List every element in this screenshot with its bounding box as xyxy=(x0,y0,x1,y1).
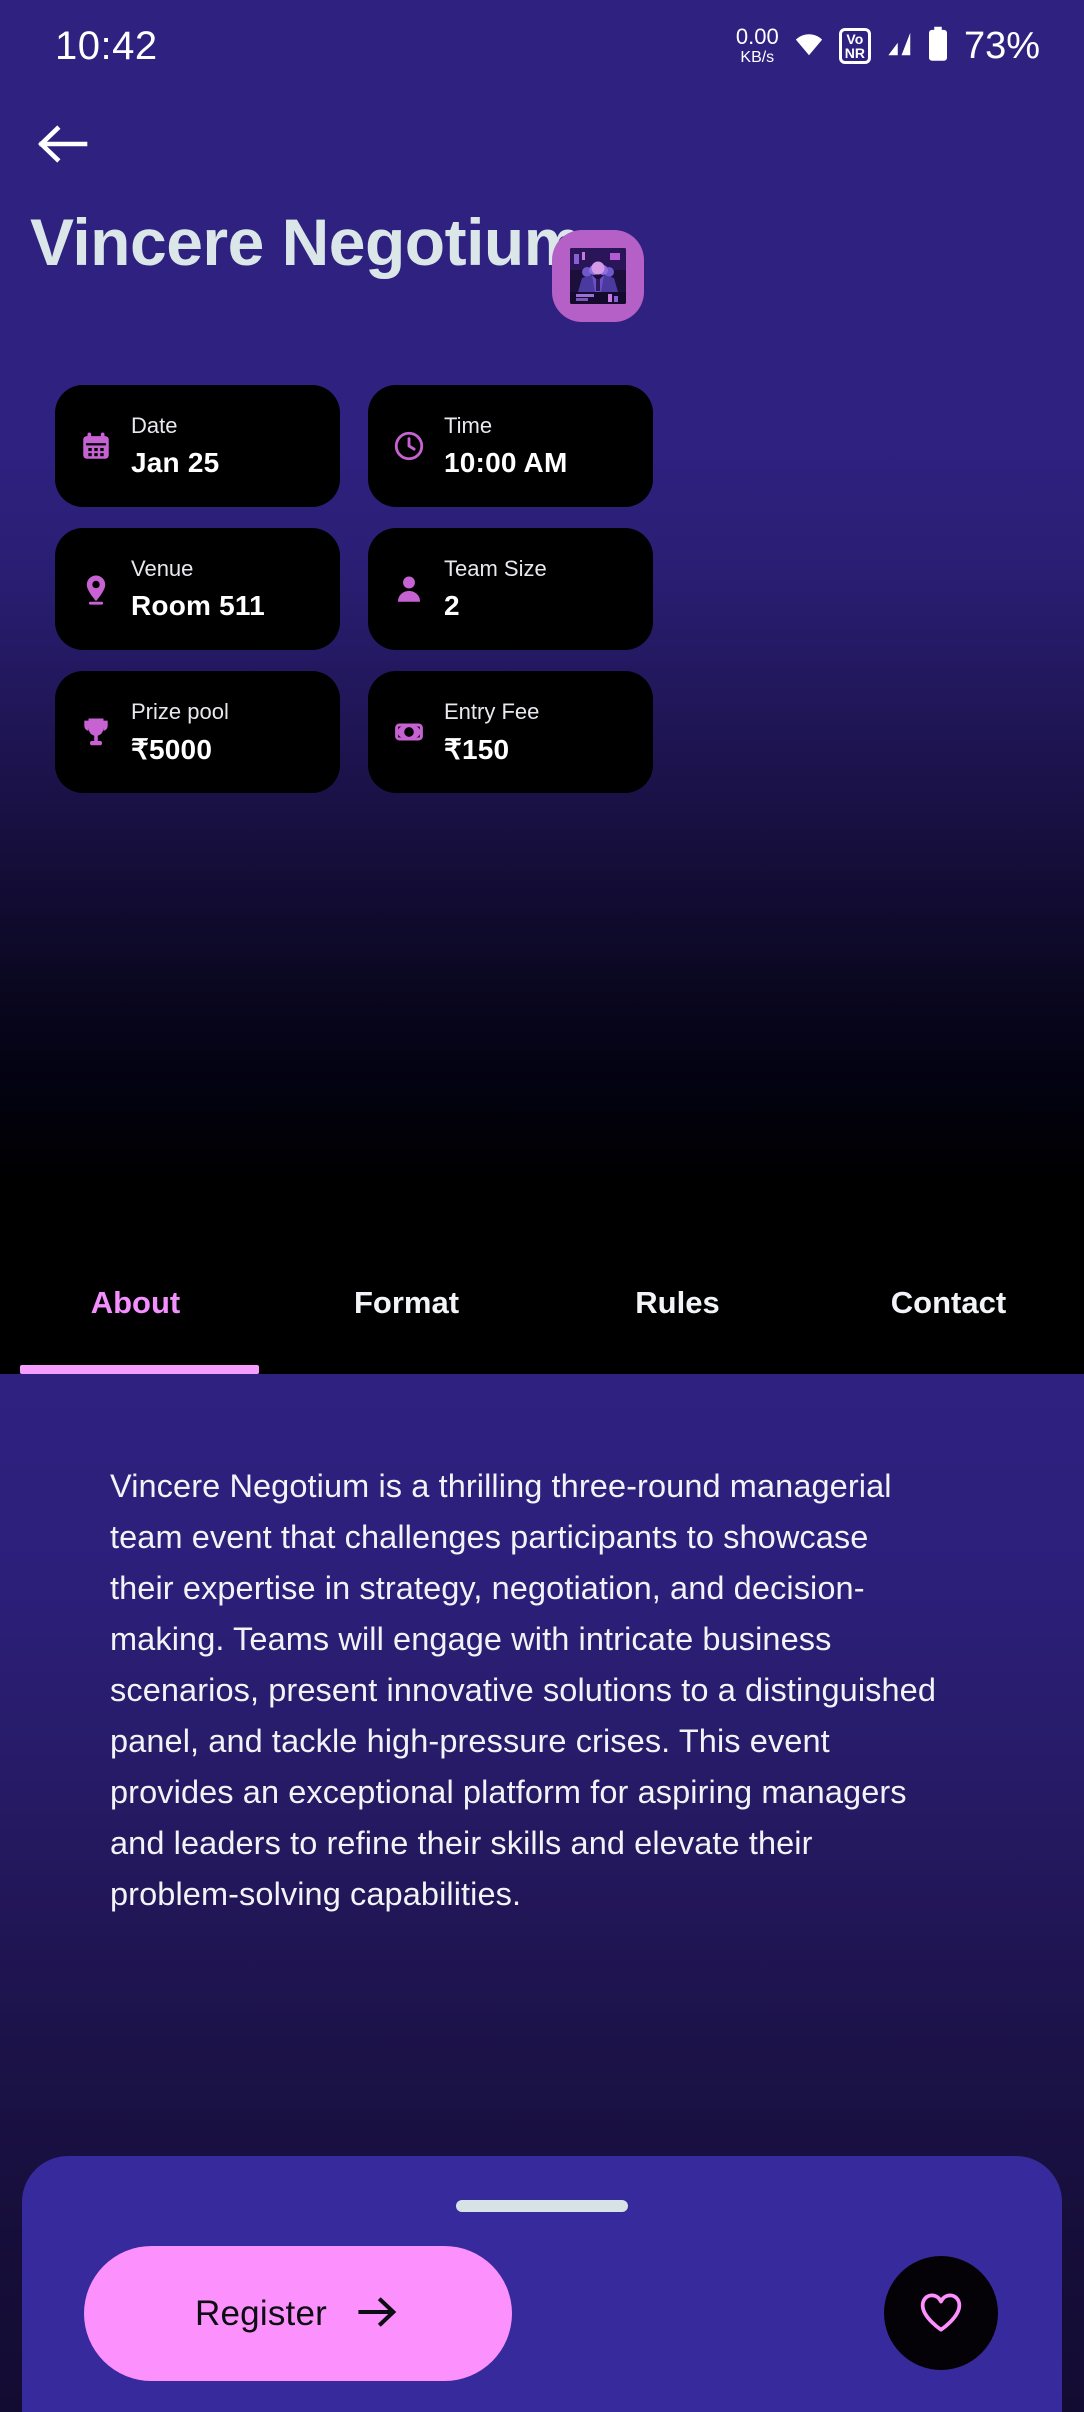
drag-handle[interactable] xyxy=(456,2200,628,2212)
status-icons: 0.00 KB/s Vo NR 73% xyxy=(736,25,1040,68)
event-thumbnail[interactable] xyxy=(552,230,644,322)
tab-label: Format xyxy=(353,1285,460,1320)
info-card-text: Date Jan 25 xyxy=(131,413,219,479)
info-card-text: Team Size 2 xyxy=(444,556,547,622)
info-card-value: 2 xyxy=(444,590,460,621)
event-thumbnail-image xyxy=(570,248,626,304)
battery-percent-label: 73% xyxy=(963,24,1040,67)
info-card-label: Time xyxy=(444,413,493,438)
info-card-entry-fee: Entry Fee ₹150 xyxy=(368,671,653,793)
tab-rules[interactable]: Rules xyxy=(542,1232,813,1374)
event-info-grid: Date Jan 25 Time 10:00 AM Venue Room 511… xyxy=(55,385,1030,793)
info-card-team-size: Team Size 2 xyxy=(368,528,653,650)
info-card-time: Time 10:00 AM xyxy=(368,385,653,507)
tab-label: Rules xyxy=(635,1285,720,1320)
tab-about[interactable]: About xyxy=(0,1232,271,1374)
heart-outline-icon xyxy=(915,2287,967,2340)
calendar-icon xyxy=(77,427,115,465)
location-pin-icon xyxy=(77,570,115,608)
vonr-bottom-label: NR xyxy=(844,45,865,61)
trophy-icon xyxy=(77,713,115,751)
vonr-icon: Vo NR xyxy=(838,27,871,65)
network-speed-unit: KB/s xyxy=(740,49,775,66)
page-title: Vincere Negotium xyxy=(30,205,582,279)
vonr-top-label: Vo xyxy=(846,30,864,47)
info-card-prize-pool: Prize pool ₹5000 xyxy=(55,671,340,793)
battery-icon xyxy=(927,26,949,67)
register-button-label: Register xyxy=(195,2293,327,2333)
info-card-label: Date xyxy=(131,413,178,438)
info-card-label: Entry Fee xyxy=(444,698,540,724)
cellular-signal-icon xyxy=(884,29,914,64)
info-card-value: Jan 25 xyxy=(131,447,220,478)
info-card-venue: Venue Room 511 xyxy=(55,528,340,650)
tab-format[interactable]: Format xyxy=(271,1232,542,1374)
banknote-icon xyxy=(390,713,428,751)
network-speed-value: 0.00 xyxy=(735,24,779,49)
info-card-text: Entry Fee ₹150 xyxy=(444,699,539,766)
tab-label: Contact xyxy=(890,1285,1007,1320)
event-detail-screen: 10:42 0.00 KB/s Vo NR 73% Vincere Negoti… xyxy=(0,0,1084,2412)
status-time: 10:42 xyxy=(55,23,158,68)
clock-icon xyxy=(390,427,428,465)
info-card-value: 10:00 AM xyxy=(444,447,568,478)
info-card-date: Date Jan 25 xyxy=(55,385,340,507)
info-card-value: ₹150 xyxy=(444,733,510,765)
info-card-text: Prize pool ₹5000 xyxy=(131,699,229,766)
favorite-button[interactable] xyxy=(884,2256,998,2370)
wifi-icon xyxy=(792,29,826,64)
info-card-text: Venue Room 511 xyxy=(131,556,265,622)
back-button[interactable] xyxy=(22,110,102,182)
bottom-action-bar: Register xyxy=(22,2156,1062,2412)
network-speed-indicator: 0.00 KB/s xyxy=(736,26,779,66)
info-card-value: ₹5000 xyxy=(131,733,213,765)
tab-label: About xyxy=(90,1285,181,1320)
section-tabs: About Format Rules Contact xyxy=(0,1232,1084,1374)
back-arrow-icon xyxy=(35,121,89,172)
arrow-right-icon xyxy=(355,2295,401,2332)
tab-contact[interactable]: Contact xyxy=(813,1232,1084,1374)
info-card-label: Prize pool xyxy=(131,698,229,724)
event-description: Vincere Negotium is a thrilling three-ro… xyxy=(110,1468,937,1913)
info-card-text: Time 10:00 AM xyxy=(444,413,568,479)
info-card-label: Team Size xyxy=(444,556,547,581)
person-icon xyxy=(390,570,428,608)
info-card-value: Room 511 xyxy=(131,590,265,621)
info-card-label: Venue xyxy=(131,556,194,581)
register-button[interactable]: Register xyxy=(84,2246,512,2381)
status-bar: 10:42 0.00 KB/s Vo NR 73% xyxy=(0,0,1084,92)
